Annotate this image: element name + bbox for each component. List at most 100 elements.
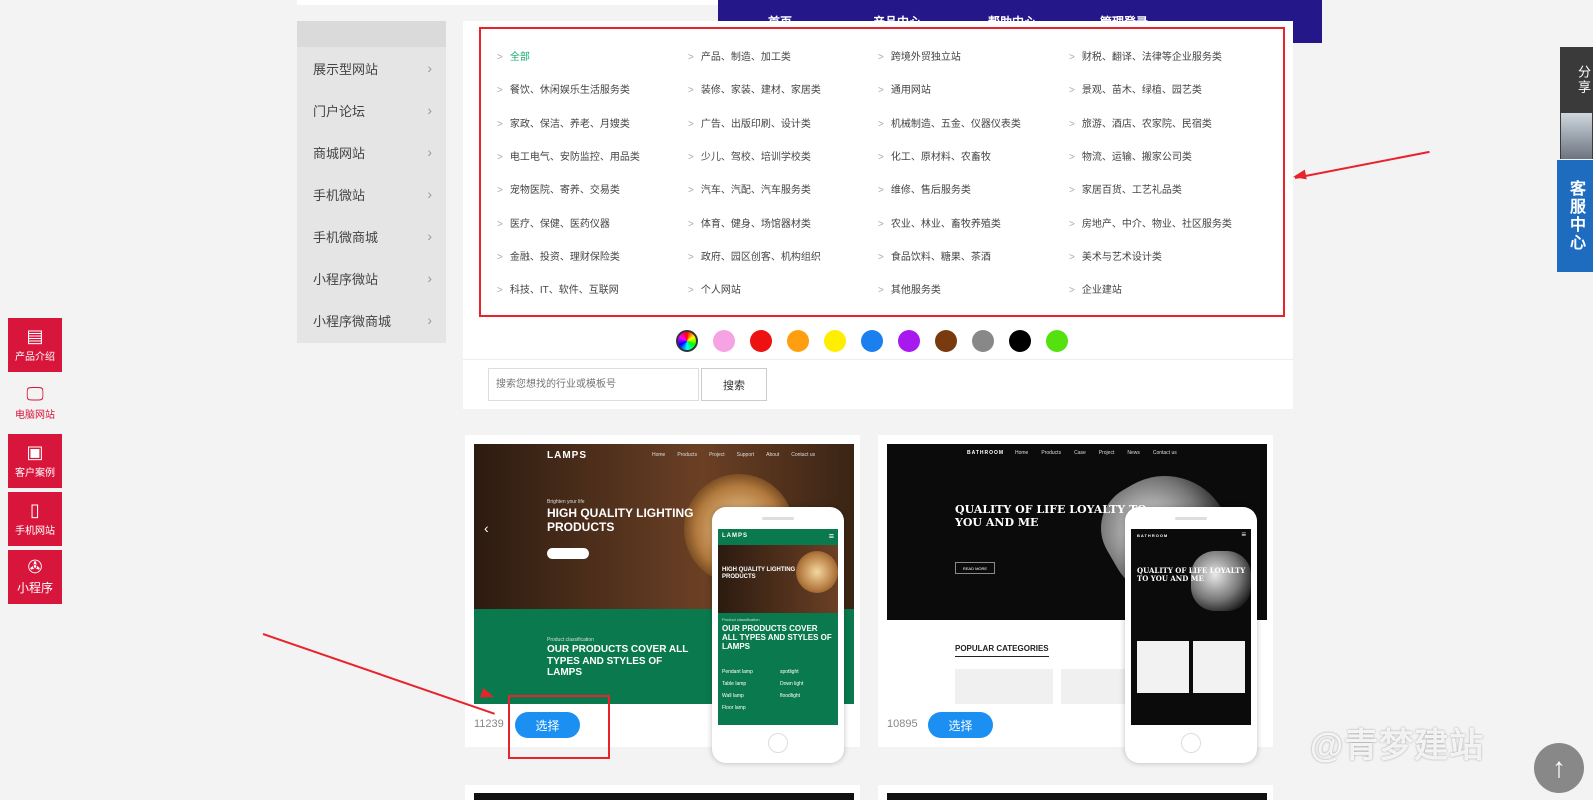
industry-item[interactable]: > 体育、健身、场馆器材类	[688, 215, 811, 230]
left-menu-cases[interactable]: ▣ 客户案例	[8, 434, 62, 488]
chevron-right-icon: ›	[427, 102, 432, 118]
industry-item[interactable]: > 装修、家装、建材、家居类	[688, 81, 821, 96]
sidebar-item[interactable]: 手机微站 ›	[297, 173, 446, 215]
industry-label: 其他服务类	[890, 285, 941, 297]
industry-label: 企业建站	[1081, 285, 1122, 297]
sidebar-header	[297, 21, 446, 47]
color-swatch[interactable]	[972, 330, 994, 352]
industry-item[interactable]: > 通用网站	[878, 81, 931, 96]
color-swatch[interactable]	[787, 330, 809, 352]
share-tab[interactable]: 分享	[1560, 47, 1593, 159]
industry-item[interactable]: > 产品、制造、加工类	[688, 48, 791, 63]
industry-item[interactable]: > 农业、林业、畜牧养殖类	[878, 215, 1001, 230]
industry-label: 化工、原材料、农畜牧	[890, 151, 991, 163]
preview-read-more: READ MORE	[955, 562, 995, 574]
mobile-logo: BATHROOM	[1137, 533, 1169, 538]
left-menu-label: 手机网站	[15, 526, 55, 537]
sidebar-item[interactable]: 小程序微站 ›	[297, 257, 446, 299]
industry-item[interactable]: > 景观、苗木、绿植、园艺类	[1069, 81, 1202, 96]
industry-item[interactable]: > 汽车、汽配、汽车服务类	[688, 181, 811, 196]
industry-item[interactable]: > 食品饮料、糖果、茶酒	[878, 248, 991, 263]
industry-item[interactable]: > 全部	[497, 48, 530, 63]
industry-item[interactable]: > 个人网站	[688, 281, 741, 296]
color-swatch[interactable]	[824, 330, 846, 352]
left-menu-product-intro[interactable]: ▤ 产品介绍	[8, 318, 62, 372]
left-menu-mini-program[interactable]: ✇ 小程序	[8, 550, 62, 604]
search-button[interactable]: 搜索	[701, 368, 767, 401]
industry-item[interactable]: > 房地产、中介、物业、社区服务类	[1069, 215, 1232, 230]
color-swatch[interactable]	[1046, 330, 1068, 352]
industry-item[interactable]: > 科技、IT、软件、互联网	[497, 281, 619, 296]
industry-item[interactable]: > 化工、原材料、农畜牧	[878, 148, 991, 163]
industry-item[interactable]: > 少儿、驾校、培训学校类	[688, 148, 811, 163]
industry-item[interactable]: > 物流、运输、搬家公司类	[1069, 148, 1192, 163]
select-button[interactable]: 选择	[928, 712, 993, 738]
template-number: 11239	[474, 718, 504, 730]
color-swatch[interactable]	[750, 330, 772, 352]
sidebar-item[interactable]: 手机微商城 ›	[297, 215, 446, 257]
industry-item[interactable]: > 家政、保洁、养老、月嫂类	[497, 115, 630, 130]
color-swatch[interactable]	[898, 330, 920, 352]
industry-item[interactable]: > 金融、投资、理财保险类	[497, 248, 620, 263]
template-number: 10895	[887, 718, 918, 730]
left-menu-pc-site[interactable]: 🖵 电脑网站	[8, 376, 62, 430]
industry-item[interactable]: > 广告、出版印刷、设计类	[688, 115, 811, 130]
color-swatch[interactable]	[713, 330, 735, 352]
industry-label: 农业、林业、畜牧养殖类	[890, 218, 1001, 230]
phone-home-button	[1181, 733, 1201, 753]
search-input[interactable]	[488, 368, 699, 401]
industry-item[interactable]: > 家居百货、工艺礼品类	[1069, 181, 1182, 196]
chevron-right-icon: >	[878, 251, 884, 263]
sidebar-item[interactable]: 小程序微商城 ›	[297, 299, 446, 341]
industry-item[interactable]: > 餐饮、休闲娱乐生活服务类	[497, 81, 630, 96]
chevron-right-icon: >	[878, 218, 884, 230]
preview-subheading: POPULAR CATEGORIES	[955, 644, 1049, 657]
industry-item[interactable]: > 维修、售后服务类	[878, 181, 971, 196]
template-card	[465, 785, 860, 800]
industry-item[interactable]: > 政府、园区创客、机构组织	[688, 248, 821, 263]
industry-item[interactable]: > 其他服务类	[878, 281, 941, 296]
color-swatch[interactable]	[861, 330, 883, 352]
chevron-right-icon: >	[878, 52, 884, 63]
mini-program-icon: ✇	[27, 557, 43, 577]
industry-label: 跨境外贸独立站	[890, 52, 961, 63]
lamp-image	[796, 551, 838, 593]
sidebar-item[interactable]: 展示型网站 ›	[297, 47, 446, 89]
industry-label: 金融、投资、理财保险类	[509, 251, 620, 263]
preview-nav-item: Contact us	[1152, 450, 1177, 456]
avatar	[1561, 113, 1592, 159]
left-menu-mobile-site[interactable]: ▯ 手机网站	[8, 492, 62, 546]
industry-item[interactable]: > 医疗、保健、医药仪器	[497, 215, 610, 230]
industry-item[interactable]: > 美术与艺术设计类	[1069, 248, 1162, 263]
industry-item[interactable]: > 企业建站	[1069, 281, 1122, 296]
sidebar-item-label: 展示型网站	[313, 61, 379, 77]
mobile-headline: HIGH QUALITY LIGHTING PRODUCTS	[722, 567, 796, 580]
sidebar-item-label: 手机微商城	[313, 229, 379, 245]
arrow-head-icon	[1292, 169, 1307, 182]
sidebar-item-label: 门户论坛	[313, 103, 366, 119]
industry-label: 食品饮料、糖果、茶酒	[890, 251, 991, 263]
industry-item[interactable]: > 旅游、酒店、农家院、民宿类	[1069, 115, 1212, 130]
mobile-section-kicker: Product classification	[722, 617, 760, 622]
industry-label: 财税、翻译、法律等企业服务类	[1081, 52, 1222, 63]
customer-service-tab[interactable]: 客服中心	[1557, 160, 1593, 272]
industry-item[interactable]: > 财税、翻译、法律等企业服务类	[1069, 48, 1222, 63]
industry-item[interactable]: > 电工电气、安防监控、用品类	[497, 148, 640, 163]
industry-item[interactable]: > 宠物医院、寄养、交易类	[497, 181, 620, 196]
industry-item[interactable]: > 跨境外贸独立站	[878, 48, 961, 63]
preview-logo: LAMPS	[547, 450, 587, 461]
chevron-right-icon: >	[688, 218, 694, 230]
sidebar-item[interactable]: 商城网站 ›	[297, 131, 446, 173]
sidebar-item[interactable]: 门户论坛 ›	[297, 89, 446, 131]
chevron-right-icon: >	[497, 185, 503, 197]
preview-nav-item: Home	[1015, 450, 1029, 456]
preview-nav-item: News	[1127, 450, 1140, 456]
preview-button	[547, 548, 589, 559]
preview-nav-item: Support	[736, 452, 755, 458]
color-swatch[interactable]	[935, 330, 957, 352]
industry-item[interactable]: > 机械制造、五金、仪器仪表类	[878, 115, 1021, 130]
back-to-top-icon[interactable]: ↑	[1534, 743, 1584, 793]
color-swatch[interactable]	[1009, 330, 1031, 352]
industry-label: 少儿、驾校、培训学校类	[700, 151, 811, 163]
color-swatch-all[interactable]	[676, 330, 698, 352]
